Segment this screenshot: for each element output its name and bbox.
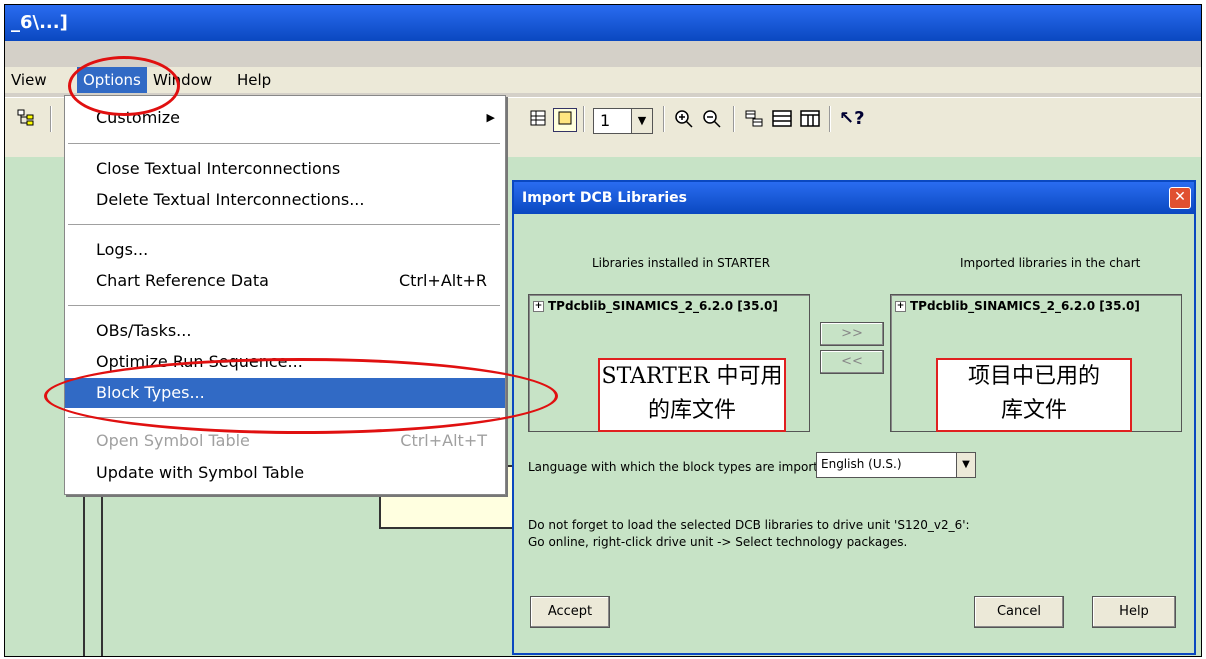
sheet-view-icon[interactable] [527, 108, 549, 130]
remove-library-button[interactable]: << [820, 350, 884, 374]
zoom-select[interactable]: 1 ▼ [593, 108, 653, 134]
options-highlight-ellipse [68, 56, 180, 116]
annotation-text: 项目中已用的 [967, 364, 1100, 389]
add-library-button[interactable]: >> [820, 322, 884, 346]
import-dcb-libraries-dialog: Import DCB Libraries ✕ Libraries install… [512, 180, 1196, 655]
menu-separator [68, 224, 500, 225]
menu-item-logs[interactable]: Logs... [65, 235, 505, 265]
menu-help[interactable]: Help [237, 67, 271, 93]
language-select[interactable]: English (U.S.) ▼ [816, 452, 976, 478]
menu-item-close-textual-interconnections[interactable]: Close Textual Interconnections [65, 154, 505, 184]
list-item-label: TPdcblib_SINAMICS_2_6.2.0 [35.0] [548, 299, 778, 313]
window-title: _6\...] [11, 12, 68, 33]
menu-item-label: Delete Textual Interconnections... [96, 190, 365, 209]
list-item[interactable]: + TPdcblib_SINAMICS_2_6.2.0 [35.0] [895, 299, 1140, 313]
toolbar-separator [663, 106, 665, 132]
dialog-title-bar: Import DCB Libraries ✕ [514, 182, 1194, 214]
right-list-header: Imported libraries in the chart [960, 256, 1141, 270]
chevron-down-icon[interactable]: ▼ [956, 453, 975, 477]
annotation-text: STARTER 中可用 [601, 364, 783, 389]
menu-separator [68, 305, 500, 306]
submenu-arrow-icon: ▶ [486, 111, 495, 124]
close-icon[interactable]: ✕ [1169, 187, 1191, 209]
menu-item-label: OBs/Tasks... [96, 321, 192, 340]
note-line-2: Go online, right-click drive unit -> Sel… [528, 535, 908, 549]
language-value: English (U.S.) [821, 457, 902, 471]
options-menu: Customize ▶ Close Textual Interconnectio… [64, 95, 506, 495]
menu-item-label: Logs... [96, 240, 149, 259]
block-types-highlight-ellipse [44, 358, 558, 434]
toolbar-separator [733, 106, 735, 132]
vertical-split-icon[interactable] [799, 108, 821, 130]
cancel-button[interactable]: Cancel [974, 596, 1064, 628]
note-line-1: Do not forget to load the selected DCB l… [528, 518, 970, 532]
menu-item-label: Update with Symbol Table [96, 463, 305, 482]
annotation-text: 的库文件 [647, 398, 736, 423]
tree-view-icon[interactable] [15, 108, 37, 130]
language-label: Language with which the block types are … [528, 460, 837, 474]
zoom-value: 1 [600, 111, 611, 130]
title-bar: _6\...] [5, 5, 1201, 41]
menu-item-obs-tasks[interactable]: OBs/Tasks... [65, 316, 505, 346]
right-annotation-box: 项目中已用的 库文件 [936, 358, 1132, 432]
zoom-out-icon[interactable] [701, 108, 723, 130]
menu-item-shortcut: Ctrl+Alt+T [400, 431, 487, 450]
expand-icon[interactable]: + [895, 301, 906, 312]
horizontal-split-icon[interactable] [771, 108, 793, 130]
toolbar-separator [50, 106, 52, 132]
toolbar-separator [583, 106, 585, 132]
menu-item-update-with-symbol-table[interactable]: Update with Symbol Table [65, 458, 505, 488]
annotation-text: 库文件 [1000, 398, 1067, 423]
block-view-icon[interactable] [743, 108, 765, 130]
zoom-in-icon[interactable] [673, 108, 695, 130]
chevron-down-icon[interactable]: ▼ [631, 109, 652, 133]
menu-item-chart-reference-data[interactable]: Chart Reference Data Ctrl+Alt+R [65, 266, 505, 296]
overview-icon[interactable] [553, 108, 577, 132]
menu-view[interactable]: View [11, 67, 47, 93]
context-help-icon[interactable]: ↖? [839, 108, 865, 130]
menu-bar: View Options Window Help [5, 67, 1201, 93]
menu-item-delete-textual-interconnections[interactable]: Delete Textual Interconnections... [65, 185, 505, 215]
accept-button[interactable]: Accept [530, 596, 610, 628]
menu-separator [68, 143, 500, 144]
expand-icon[interactable]: + [533, 301, 544, 312]
menu-item-label: Chart Reference Data [96, 271, 269, 290]
left-annotation-box: STARTER 中可用 的库文件 [598, 358, 786, 432]
left-list-header: Libraries installed in STARTER [592, 256, 771, 270]
menu-item-shortcut: Ctrl+Alt+R [398, 271, 487, 290]
dialog-title: Import DCB Libraries [522, 190, 687, 206]
help-button[interactable]: Help [1092, 596, 1176, 628]
dialog-body: Libraries installed in STARTER Imported … [514, 214, 1194, 653]
list-item-label: TPdcblib_SINAMICS_2_6.2.0 [35.0] [910, 299, 1140, 313]
menu-item-label: Close Textual Interconnections [96, 159, 341, 178]
menu-item-label: Open Symbol Table [96, 431, 250, 450]
toolbar-separator [829, 106, 831, 132]
list-item[interactable]: + TPdcblib_SINAMICS_2_6.2.0 [35.0] [533, 299, 778, 313]
